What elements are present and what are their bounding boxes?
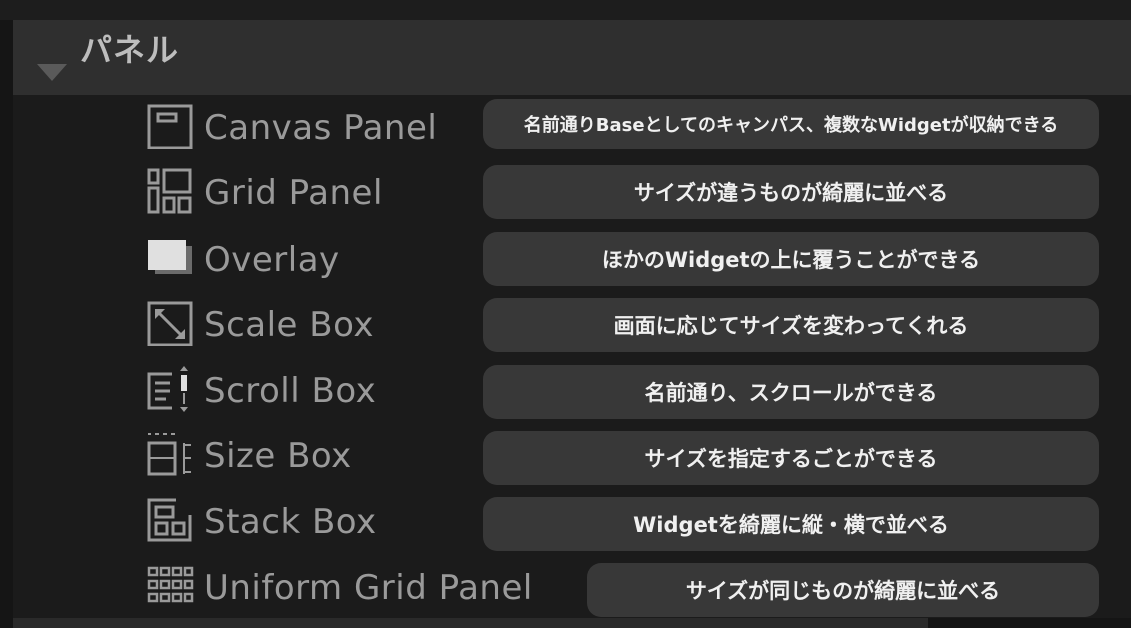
stack-box-icon — [147, 498, 192, 542]
grid-panel-icon — [147, 168, 192, 214]
canvas-panel-icon — [147, 104, 193, 149]
item-label: Size Box — [204, 436, 352, 476]
scroll-box-icon — [147, 366, 188, 412]
category-title: パネル — [80, 31, 180, 69]
panel-category-header[interactable] — [13, 20, 1131, 95]
collapse-arrow-icon[interactable] — [37, 64, 67, 81]
description-size-box: サイズを指定するごとができる — [483, 431, 1099, 485]
item-label: Uniform Grid Panel — [204, 568, 533, 608]
scale-box-icon — [147, 301, 193, 346]
item-label: Scale Box — [204, 305, 374, 345]
description-stack-box: Widgetを綺麗に縦・横で並べる — [483, 497, 1099, 551]
description-scroll-box: 名前通り、スクロールができる — [483, 365, 1099, 419]
item-label: Stack Box — [204, 502, 377, 542]
description-canvas-panel: 名前通りBaseとしてのキャンパス、複数なWidgetが収納できる — [483, 99, 1099, 149]
overlay-icon — [148, 240, 192, 274]
item-label: Grid Panel — [204, 173, 383, 213]
item-label: Canvas Panel — [204, 108, 438, 148]
scroll-bar[interactable] — [13, 618, 928, 628]
item-label: Scroll Box — [204, 371, 377, 411]
description-grid-panel: サイズが違うものが綺麗に並べる — [483, 165, 1099, 219]
description-scale-box: 画面に応じてサイズを変わってくれる — [483, 298, 1099, 352]
top-bar — [0, 0, 1131, 20]
size-box-icon — [147, 433, 191, 476]
description-overlay: ほかのWidgetの上に覆うことができる — [483, 232, 1099, 286]
item-label: Overlay — [204, 240, 340, 280]
uniform-grid-panel-icon — [147, 566, 194, 603]
description-uniform-grid-panel: サイズが同じものが綺麗に並べる — [587, 563, 1099, 617]
